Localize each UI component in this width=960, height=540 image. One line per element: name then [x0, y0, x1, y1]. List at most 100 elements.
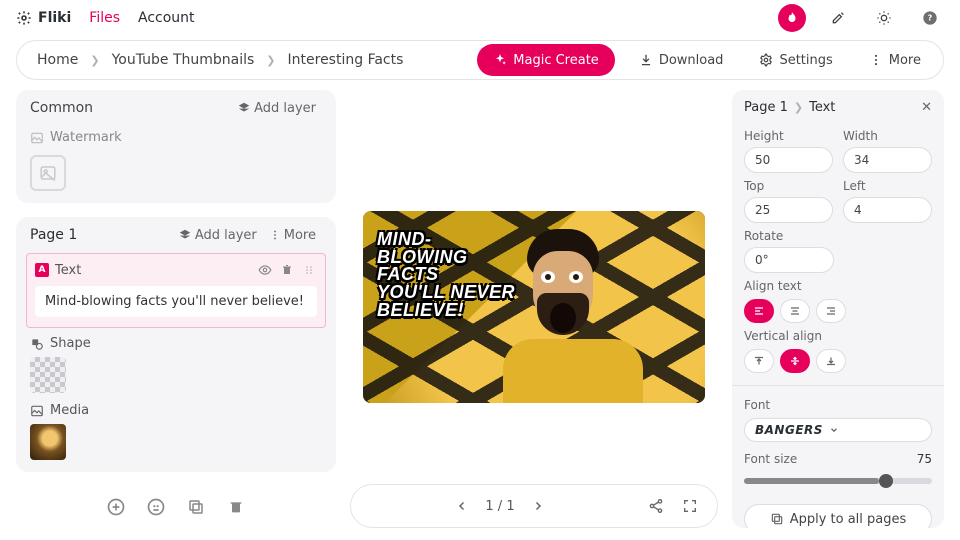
settings-button[interactable]: Settings	[747, 45, 844, 75]
align-center-button[interactable]	[780, 299, 810, 323]
valign-label: Vertical align	[744, 329, 932, 343]
gear-icon	[759, 53, 773, 67]
nav-account[interactable]: Account	[138, 10, 195, 26]
top-label: Top	[744, 179, 833, 193]
page1-more-label: More	[284, 228, 316, 243]
page1-more[interactable]: More	[263, 228, 322, 243]
common-add-layer-label: Add layer	[254, 101, 316, 116]
canvas-thumb-text[interactable]: Mind- blowing facts you'll never believe…	[377, 231, 517, 319]
tools-icon[interactable]	[824, 4, 852, 32]
more-vertical-icon	[869, 53, 883, 67]
share-icon[interactable]	[645, 495, 667, 517]
rotate-input[interactable]	[744, 247, 834, 273]
fontsize-slider[interactable]	[744, 478, 932, 484]
apply-all-label: Apply to all pages	[790, 512, 907, 527]
valign-bottom-button[interactable]	[816, 349, 846, 373]
height-input[interactable]	[744, 147, 833, 173]
download-icon	[639, 53, 653, 67]
download-label: Download	[659, 53, 724, 68]
watermark-thumbnail[interactable]	[30, 155, 66, 191]
valign-middle-button[interactable]	[780, 349, 810, 373]
breadcrumb-bar: Home ❯ YouTube Thumbnails ❯ Interesting …	[16, 40, 944, 80]
layers-icon	[237, 101, 251, 115]
apply-all-button[interactable]: Apply to all pages	[744, 504, 932, 528]
page1-add-layer-label: Add layer	[195, 228, 257, 243]
chevron-right-icon: ❯	[794, 101, 803, 114]
image-icon	[30, 404, 44, 418]
magic-create-button[interactable]: Magic Create	[477, 44, 615, 76]
top-input[interactable]	[744, 197, 833, 223]
copy-icon	[770, 512, 784, 526]
common-title: Common	[30, 100, 231, 116]
chevron-right-icon: ❯	[266, 54, 275, 67]
gear-icon	[16, 10, 32, 26]
left-label: Left	[843, 179, 932, 193]
text-layer[interactable]: A Text Mind-blowing facts you'll never b…	[26, 253, 326, 328]
page1-add-layer[interactable]: Add layer	[172, 228, 263, 243]
close-icon[interactable]: ✕	[921, 100, 932, 115]
brand-label: Fliki	[38, 10, 71, 26]
help-icon[interactable]: ?	[916, 4, 944, 32]
height-label: Height	[744, 129, 833, 143]
delete-icon[interactable]	[279, 262, 295, 278]
eye-icon[interactable]	[257, 262, 273, 278]
width-label: Width	[843, 129, 932, 143]
add-page-icon[interactable]	[105, 496, 127, 518]
text-layer-input[interactable]: Mind-blowing facts you'll never believe!	[35, 286, 317, 317]
duplicate-page-icon[interactable]	[185, 496, 207, 518]
left-input[interactable]	[843, 197, 932, 223]
sparkle-icon	[493, 53, 507, 67]
canvas-bottom-bar: 1 / 1	[350, 484, 718, 528]
common-panel: Common Add layer Watermark	[16, 90, 336, 203]
more-vertical-icon	[269, 229, 281, 241]
media-layer[interactable]: Media	[30, 403, 322, 418]
voice-page-icon[interactable]	[145, 496, 167, 518]
shape-label: Shape	[50, 336, 91, 351]
page-tools	[16, 486, 336, 528]
prop-crumb-text[interactable]: Text	[809, 100, 835, 115]
page1-title: Page 1	[30, 227, 77, 243]
image-icon	[30, 131, 44, 145]
text-badge-icon: A	[35, 263, 49, 277]
fullscreen-icon[interactable]	[679, 495, 701, 517]
media-label: Media	[50, 403, 89, 418]
download-button[interactable]: Download	[627, 45, 736, 75]
prop-crumb-page[interactable]: Page 1	[744, 100, 788, 115]
page-prev-button[interactable]	[451, 495, 473, 517]
magic-create-label: Magic Create	[513, 53, 599, 68]
shape-layer[interactable]: Shape	[30, 336, 322, 351]
brand[interactable]: Fliki	[16, 10, 71, 26]
media-thumbnail[interactable]	[30, 424, 66, 460]
crumb-file[interactable]: Interesting Facts	[288, 52, 404, 68]
font-value: BANGERS	[755, 423, 823, 437]
font-label: Font	[744, 398, 932, 412]
align-left-button[interactable]	[744, 299, 774, 323]
flame-icon[interactable]	[778, 4, 806, 32]
watermark-label: Watermark	[50, 130, 122, 145]
delete-page-icon[interactable]	[225, 496, 247, 518]
page-indicator: 1 / 1	[485, 499, 514, 514]
align-text-label: Align text	[744, 279, 932, 293]
image-placeholder-icon	[39, 164, 57, 182]
drag-handle-icon[interactable]	[301, 262, 317, 278]
shape-thumbnail[interactable]	[30, 357, 66, 393]
canvas-preview[interactable]: Mind- blowing facts you'll never believe…	[363, 211, 705, 403]
watermark-layer[interactable]: Watermark	[16, 126, 336, 149]
nav-files[interactable]: Files	[89, 10, 120, 26]
settings-label: Settings	[779, 53, 832, 68]
common-add-layer[interactable]: Add layer	[231, 101, 322, 116]
theme-icon[interactable]	[870, 4, 898, 32]
page-next-button[interactable]	[527, 495, 549, 517]
more-button[interactable]: More	[857, 45, 933, 75]
crumb-folder[interactable]: YouTube Thumbnails	[112, 52, 255, 68]
crumb-home[interactable]: Home	[37, 52, 78, 68]
chevron-down-icon	[829, 425, 839, 435]
fontsize-label: Font size	[744, 452, 797, 466]
page1-panel: Page 1 Add layer More A Text	[16, 217, 336, 472]
valign-top-button[interactable]	[744, 349, 774, 373]
fontsize-value: 75	[917, 452, 932, 466]
text-layer-label: Text	[55, 263, 81, 278]
align-right-button[interactable]	[816, 299, 846, 323]
font-select[interactable]: BANGERS	[744, 418, 932, 442]
width-input[interactable]	[843, 147, 932, 173]
